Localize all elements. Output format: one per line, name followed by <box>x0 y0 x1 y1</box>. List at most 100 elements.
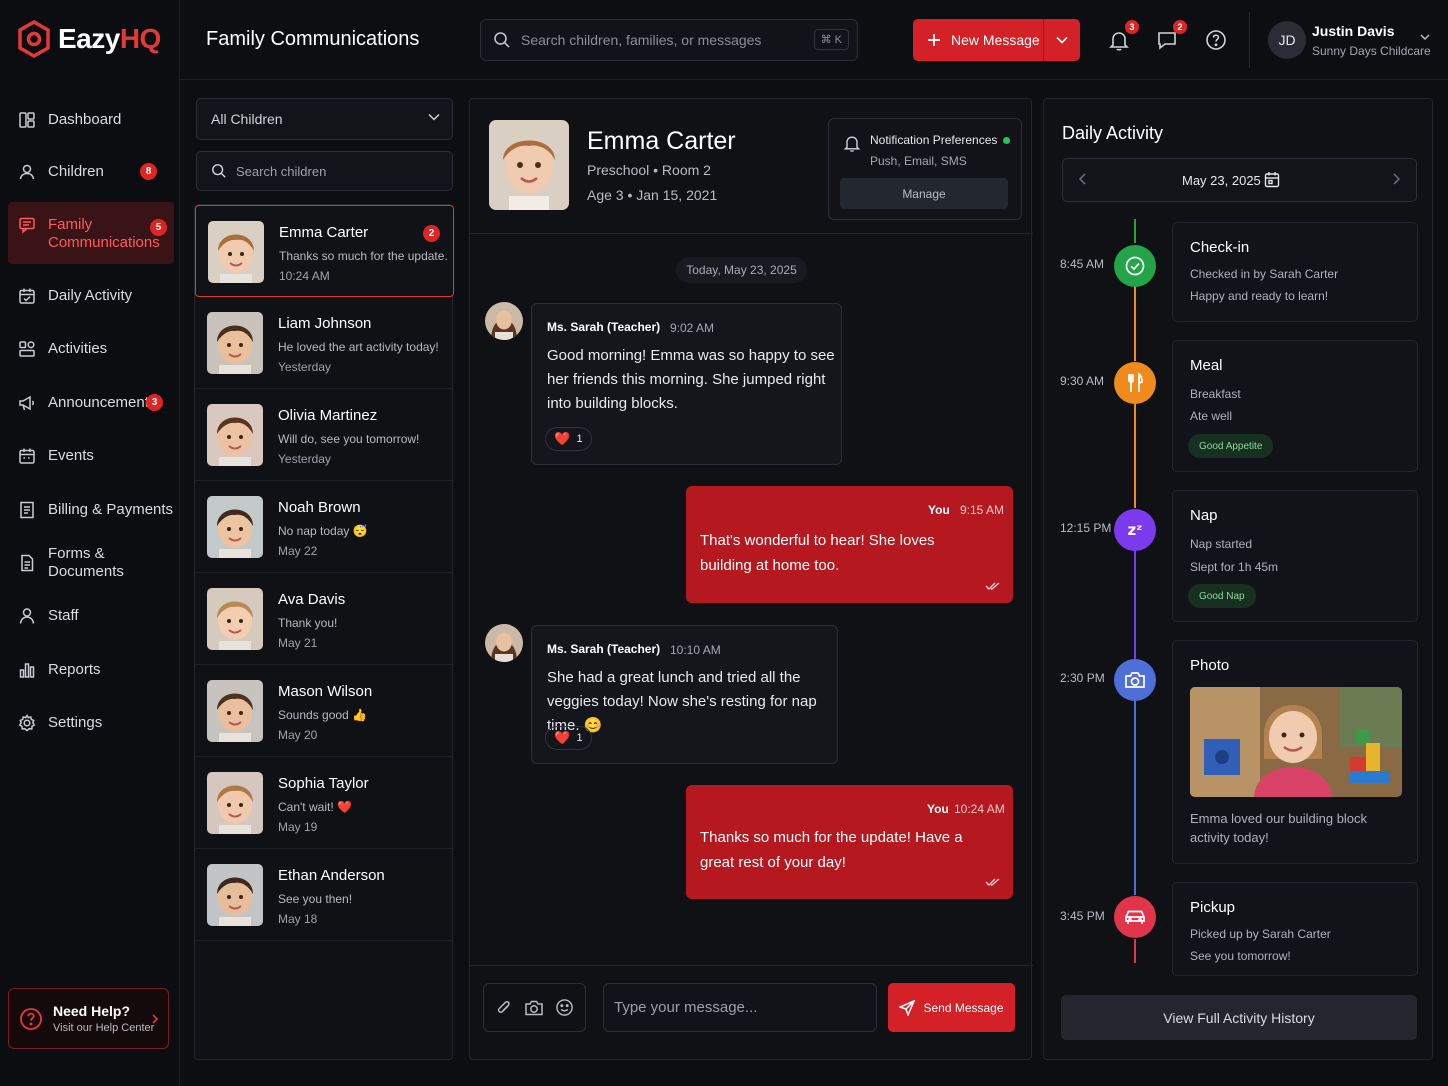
status-badge: Good Nap <box>1188 584 1256 608</box>
timeline-line <box>1134 404 1136 508</box>
message-text: Good morning! Emma was so happy to see h… <box>547 347 835 412</box>
calendar-icon[interactable] <box>1264 171 1280 188</box>
activity-card-meal[interactable]: Meal Breakfast Ate well Good Appetite <box>1172 340 1418 472</box>
emoji-icon[interactable] <box>555 998 574 1017</box>
sidebar-item-staff[interactable]: Staff <box>8 594 174 638</box>
logo[interactable]: EazyHQ <box>18 20 161 58</box>
chevron-right-icon[interactable] <box>1392 173 1400 185</box>
manage-notifications-button[interactable]: Manage <box>840 178 1008 209</box>
help-title: Need Help? <box>53 1003 131 1019</box>
global-search[interactable]: ⌘ K <box>480 19 858 61</box>
help-center-card[interactable]: Need Help? Visit our Help Center <box>8 988 169 1049</box>
chevron-left-icon[interactable] <box>1079 173 1087 185</box>
child-name: Emma Carter <box>587 127 736 155</box>
timeline-line <box>1134 939 1136 963</box>
child-age: Age 3 • Jan 15, 2021 <box>587 187 718 203</box>
sidebar-item-announcements[interactable]: Announcements 3 <box>8 381 174 425</box>
gear-icon <box>18 714 36 732</box>
activity-card-photo[interactable]: Photo Emma loved our building block acti… <box>1172 640 1418 864</box>
announcements-badge: 3 <box>146 394 163 411</box>
sidebar-item-family-communications[interactable]: Family Communications 5 <box>8 202 174 264</box>
child-name: Sophia Taylor <box>278 775 369 792</box>
utensils-icon <box>1114 362 1156 404</box>
view-full-history-button[interactable]: View Full Activity History <box>1061 995 1417 1040</box>
children-panel: All Children Emma Carter Thanks so much f… <box>194 98 454 1060</box>
event-time: 3:45 PM <box>1060 909 1105 923</box>
message-preview: Can't wait! ❤️ <box>278 800 352 814</box>
children-search-input[interactable] <box>236 163 436 179</box>
child-list-item[interactable]: Emma Carter Thanks so much for the update… <box>195 205 454 297</box>
sidebar-item-label: Children <box>48 163 104 180</box>
children-search[interactable] <box>196 151 453 191</box>
camera-icon[interactable] <box>524 999 544 1017</box>
activity-photo[interactable] <box>1190 687 1402 797</box>
sidebar-item-settings[interactable]: Settings <box>8 701 174 745</box>
activity-card-nap[interactable]: Nap Nap started Slept for 1h 45m Good Na… <box>1172 490 1418 622</box>
heart-reaction[interactable]: ❤️ 1 <box>545 726 592 750</box>
child-list-item[interactable]: Liam Johnson He loved the art activity to… <box>195 297 454 389</box>
double-check-icon <box>985 878 1000 886</box>
staff-icon <box>19 608 35 624</box>
send-message-button[interactable]: Send Message <box>888 983 1015 1032</box>
sidebar-item-reports[interactable]: Reports <box>8 648 174 692</box>
sidebar-item-label: Activities <box>48 340 108 357</box>
message-text: That's wonderful to hear! She loves buil… <box>700 532 935 574</box>
notifications-button[interactable]: 3 <box>1107 20 1139 52</box>
search-icon <box>494 32 510 48</box>
heart-icon: ❤️ <box>554 730 571 745</box>
child-class: Preschool • Room 2 <box>587 162 711 178</box>
sidebar-item-events[interactable]: Events <box>8 434 174 478</box>
sidebar-item-daily-activity[interactable]: Daily Activity <box>8 274 174 318</box>
sidebar-item-forms[interactable]: Forms & Documents <box>8 541 174 585</box>
unread-badge: 2 <box>423 225 440 242</box>
divider <box>470 233 1033 234</box>
notifications-badge: 3 <box>1125 20 1139 34</box>
help-button[interactable] <box>1204 28 1228 52</box>
global-search-input[interactable] <box>521 32 801 48</box>
timeline-line <box>1134 285 1136 361</box>
sidebar-item-activities[interactable]: Activities <box>8 327 174 371</box>
child-list-item[interactable]: Olivia Martinez Will do, see you tomorrow… <box>195 389 454 481</box>
child-list-item[interactable]: Sophia Taylor Can't wait! ❤️ May 19 <box>195 757 454 849</box>
message-time: 9:02 AM <box>670 321 715 335</box>
composer-tools <box>483 983 586 1032</box>
user-name[interactable]: Justin Davis <box>1312 23 1394 39</box>
sidebar-item-children[interactable]: Children 8 <box>8 150 174 194</box>
child-list-item[interactable]: Mason Wilson Sounds good 👍 May 20 <box>195 665 454 757</box>
user-avatar[interactable]: JD <box>1268 21 1306 59</box>
activity-card-pickup[interactable]: Pickup Picked up by Sarah Carter See you… <box>1172 882 1418 976</box>
sidebar-item-dashboard[interactable]: Dashboard <box>8 98 174 142</box>
sidebar-item-billing[interactable]: Billing & Payments <box>8 488 174 532</box>
new-message-label: New Message <box>951 32 1040 48</box>
event-detail: Nap started <box>1190 537 1253 551</box>
message-time: 10:24 AM <box>279 269 330 283</box>
children-filter-value: All Children <box>211 111 283 127</box>
message-time: May 20 <box>278 728 318 742</box>
message-composer[interactable] <box>603 983 877 1032</box>
event-detail: Breakfast <box>1190 387 1241 401</box>
new-message-button[interactable]: New Message <box>913 19 1080 61</box>
message-time: May 18 <box>278 912 318 926</box>
message-text: She had a great lunch and tried all the … <box>547 669 817 734</box>
new-message-main[interactable]: New Message <box>913 19 1043 61</box>
sidebar: EazyHQ Dashboard Children 8 Family Commun… <box>0 0 180 1086</box>
chat-icon <box>19 217 35 234</box>
child-list-item[interactable]: Ethan Anderson See you then! May 18 <box>195 849 454 941</box>
new-message-dropdown[interactable] <box>1043 19 1080 61</box>
child-name: Olivia Martinez <box>278 407 378 424</box>
child-list-item[interactable]: Ava Davis Thank you! May 21 <box>195 573 454 665</box>
user-menu-chevron-icon[interactable] <box>1420 34 1430 41</box>
message-sender: You <box>927 802 949 816</box>
paperclip-icon[interactable] <box>495 999 513 1017</box>
children-filter-select[interactable]: All Children <box>196 98 453 140</box>
child-avatar <box>207 588 263 650</box>
messages-button[interactable]: 2 <box>1155 20 1187 52</box>
heart-reaction[interactable]: ❤️ 1 <box>545 427 592 451</box>
child-list-item[interactable]: Noah Brown No nap today 😴 May 22 <box>195 481 454 573</box>
calendar-icon <box>19 448 35 464</box>
message-preview: Thanks so much for the update... <box>279 249 447 263</box>
logo-text: EazyHQ <box>58 23 161 54</box>
message-input[interactable] <box>604 984 876 1031</box>
activity-card-checkin[interactable]: Check-in Checked in by Sarah Carter Happ… <box>1172 222 1418 322</box>
sidebar-item-label: Billing & Payments <box>48 501 174 518</box>
